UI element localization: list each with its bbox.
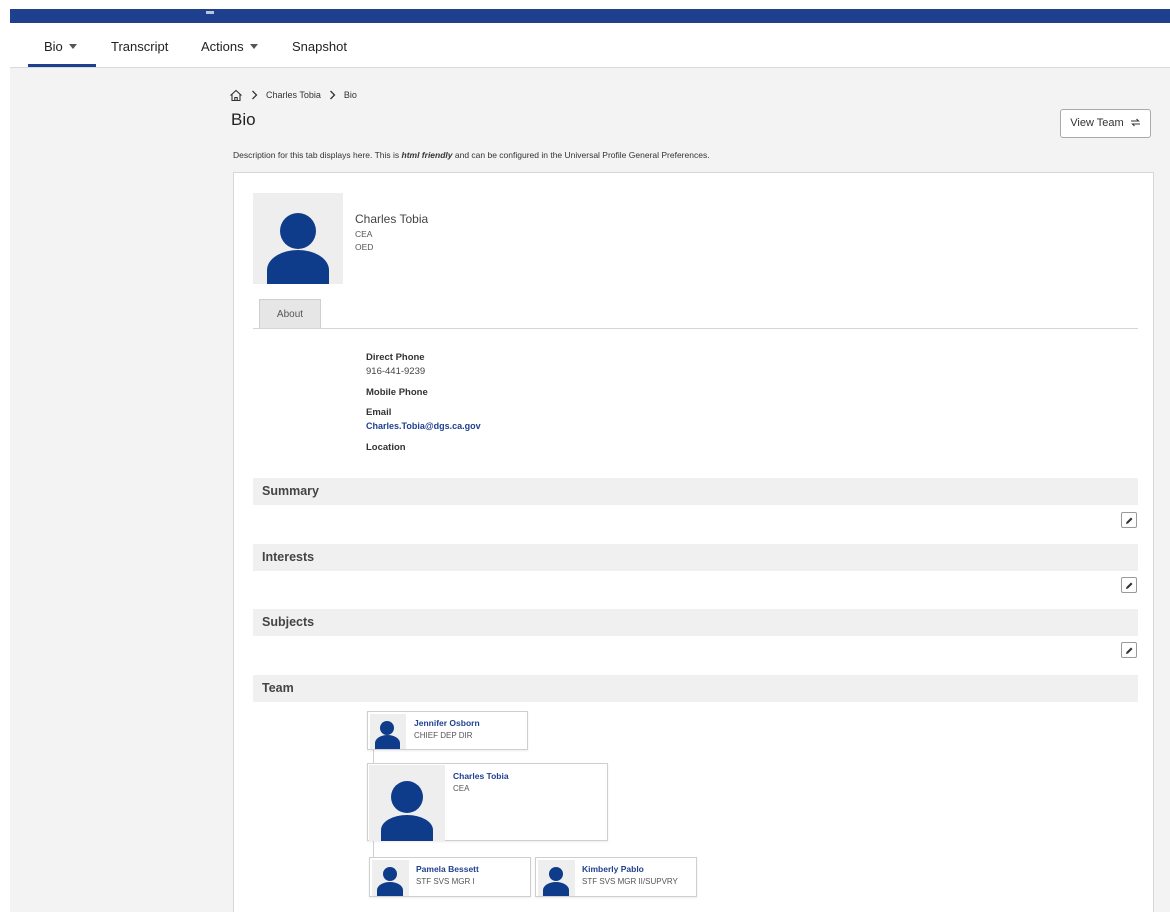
email-link[interactable]: Charles.Tobia@dgs.ca.gov [366, 421, 481, 431]
chevron-right-icon [329, 90, 336, 100]
caret-down-icon [68, 44, 77, 49]
description-text-end: and can be configured in the Universal P… [452, 150, 710, 160]
avatar [253, 193, 343, 284]
section-subjects-header: Subjects [253, 609, 1138, 636]
refresh-icon [1130, 111, 1141, 138]
location-label: Location [366, 442, 406, 453]
nav-tab-actions-label: Actions [201, 39, 244, 54]
team-card-manager[interactable]: Jennifer Osborn CHIEF DEP DIR [367, 711, 528, 750]
description-text: Description for this tab displays here. … [233, 150, 402, 160]
nav-tab-bio-label: Bio [44, 39, 63, 54]
team-report-title: STF SVS MGR II/SUPVRY [582, 877, 678, 886]
profile-nav: Bio Transcript Actions Snapshot [10, 24, 1170, 68]
profile-org: OED [355, 242, 374, 252]
breadcrumb-person-link[interactable]: Charles Tobia [266, 90, 321, 100]
page-title: Bio [231, 110, 256, 129]
avatar [370, 714, 406, 749]
avatar [538, 860, 575, 896]
team-report-name[interactable]: Kimberly Pablo [582, 864, 644, 874]
edit-summary-button[interactable] [1121, 512, 1137, 528]
profile-name: Charles Tobia [355, 212, 429, 226]
email-label: Email [366, 407, 392, 418]
top-brand-bar [10, 9, 1170, 23]
nav-tab-bio[interactable]: Bio [28, 24, 96, 67]
breadcrumb: Charles Tobia Bio [229, 88, 357, 102]
view-team-button[interactable]: View Team [1060, 109, 1151, 138]
home-icon[interactable] [229, 89, 243, 102]
team-self-title: CEA [453, 784, 470, 793]
edit-subjects-button[interactable] [1121, 642, 1137, 658]
caret-down-icon [249, 44, 258, 49]
team-card-report[interactable]: Pamela Bessett STF SVS MGR I [369, 857, 531, 897]
description-emphasis: html friendly [401, 150, 453, 160]
profile-title: CEA [355, 229, 373, 239]
team-connector [373, 841, 374, 857]
edit-interests-button[interactable] [1121, 577, 1137, 593]
view-team-label: View Team [1070, 117, 1124, 129]
nav-tab-transcript[interactable]: Transcript [111, 24, 168, 68]
nav-tab-snapshot-label: Snapshot [292, 39, 347, 54]
avatar [369, 765, 445, 841]
chevron-right-icon [251, 90, 258, 100]
tab-about[interactable]: About [259, 299, 321, 329]
left-gutter [0, 0, 10, 912]
section-team-header: Team [253, 675, 1138, 702]
team-connector [373, 750, 374, 764]
direct-phone-label: Direct Phone [366, 352, 425, 363]
nav-tab-transcript-label: Transcript [111, 39, 169, 54]
team-manager-title: CHIEF DEP DIR [414, 731, 473, 740]
team-manager-name[interactable]: Jennifer Osborn [414, 718, 480, 728]
tab-description: Description for this tab displays here. … [233, 150, 710, 160]
avatar [372, 860, 409, 896]
team-self-name[interactable]: Charles Tobia [453, 771, 509, 781]
direct-phone-value: 916-441-9239 [366, 366, 426, 377]
mobile-phone-label: Mobile Phone [366, 387, 428, 398]
breadcrumb-current: Bio [343, 90, 357, 100]
nav-tab-actions[interactable]: Actions [201, 24, 258, 68]
team-report-title: STF SVS MGR I [416, 877, 475, 886]
nav-tab-snapshot[interactable]: Snapshot [292, 24, 347, 68]
team-card-self[interactable]: Charles Tobia CEA [367, 763, 608, 841]
section-interests-header: Interests [253, 544, 1138, 571]
team-report-name[interactable]: Pamela Bessett [416, 864, 479, 874]
tab-divider [253, 328, 1138, 329]
section-summary-header: Summary [253, 478, 1138, 505]
team-card-report[interactable]: Kimberly Pablo STF SVS MGR II/SUPVRY [535, 857, 697, 897]
